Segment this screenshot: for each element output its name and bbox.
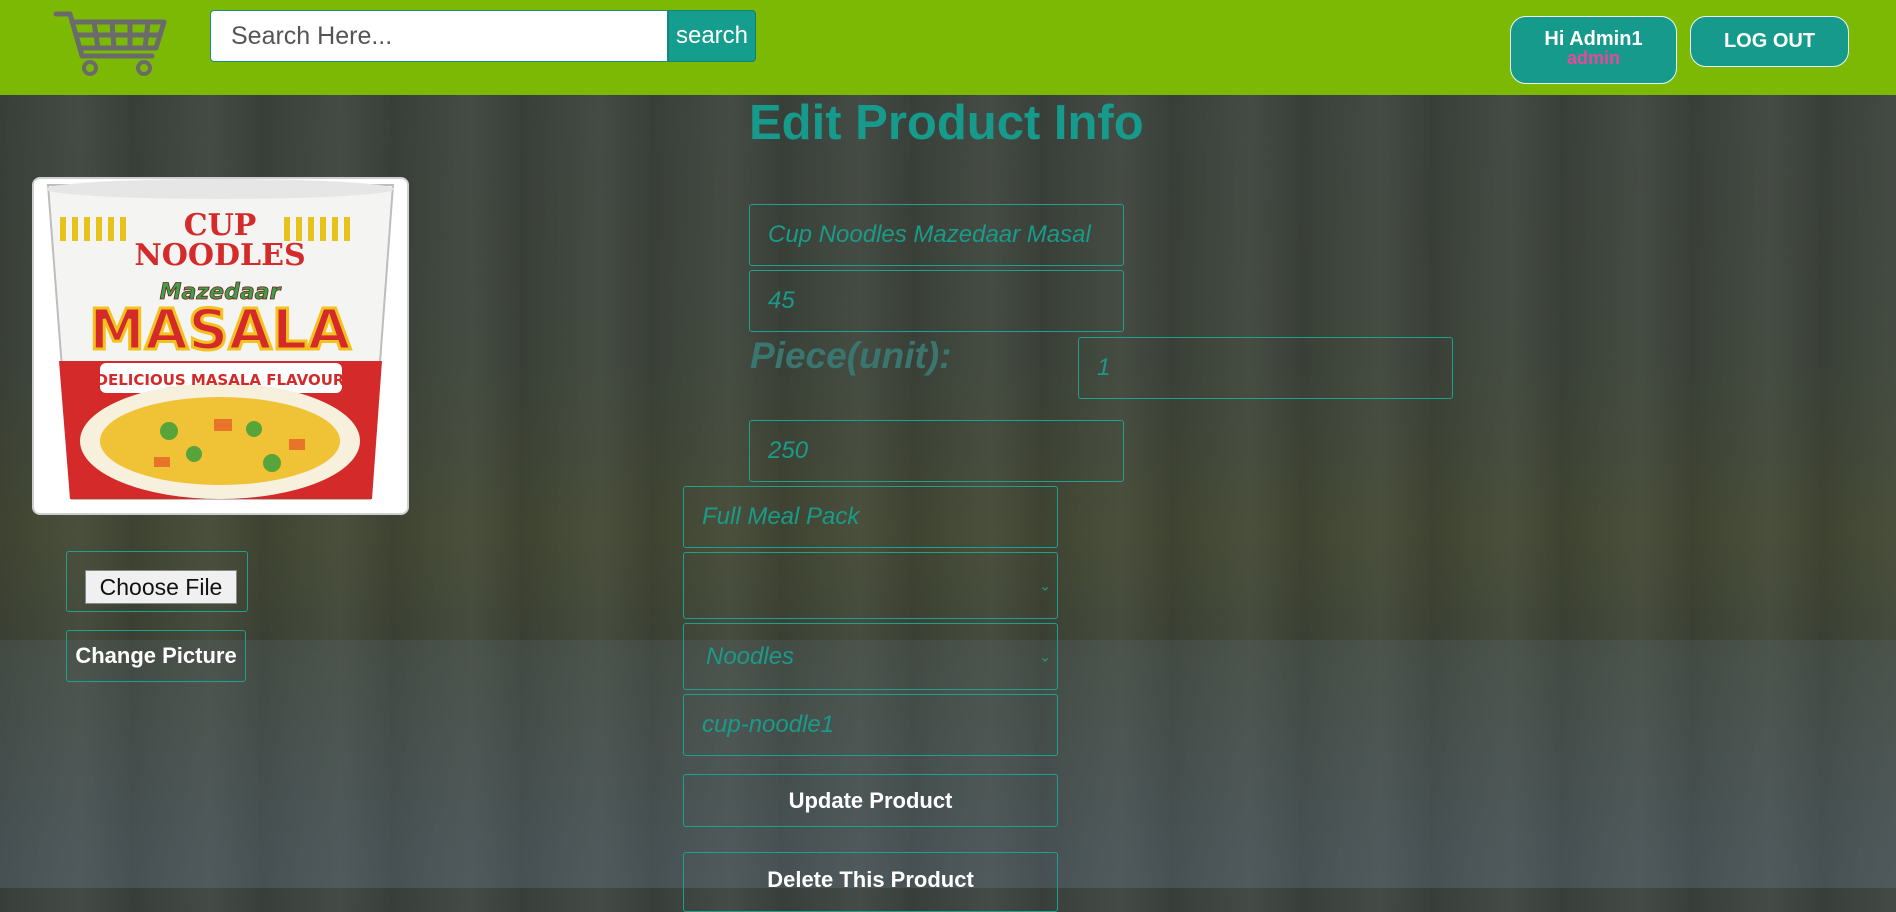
logout-button[interactable]: LOG OUT [1690,16,1849,67]
weight-field[interactable]: 250 [749,420,1124,482]
search-button[interactable]: search [668,10,756,62]
unit-label: Piece(unit): [750,335,952,376]
top-navbar: search Hi Admin1 admin LOG OUT [0,0,1896,95]
svg-text:DELICIOUS MASALA FLAVOUR: DELICIOUS MASALA FLAVOUR [96,371,345,389]
category-select[interactable]: Noodles ⌄ [683,623,1058,690]
user-greeting: Hi Admin1 [1544,28,1643,50]
price-field[interactable]: 45 [749,270,1124,332]
search-input[interactable] [210,10,668,62]
user-account-button[interactable]: Hi Admin1 admin [1510,16,1677,84]
unit-field[interactable]: 1 [1078,337,1453,399]
choose-file-button[interactable]: Choose File [85,570,237,604]
user-role-label: admin [1566,48,1620,68]
delete-product-button[interactable]: Delete This Product [683,852,1058,912]
description-field[interactable]: Full Meal Pack [683,486,1058,548]
change-picture-button[interactable]: Change Picture [66,630,246,682]
update-product-button[interactable]: Update Product [683,774,1058,827]
product-name-field[interactable]: Cup Noodles Mazedaar Masal [749,204,1124,266]
page-title: Edit Product Info [749,96,1144,150]
chevron-down-icon: ⌄ [1039,577,1051,593]
slug-field[interactable]: cup-noodle1 [683,694,1058,756]
type-select[interactable]: ⌄ [683,552,1058,619]
shopping-cart-icon[interactable] [52,8,170,78]
file-upload-container: Choose File [66,551,248,612]
svg-text:MASALA: MASALA [89,298,351,363]
svg-text:NOODLES: NOODLES [134,238,305,273]
chevron-down-icon: ⌄ [1039,648,1051,664]
category-select-value: Noodles [706,642,795,670]
product-image: CUP NOODLES Mazedaar MASALA DELICIOUS MA… [32,177,409,515]
